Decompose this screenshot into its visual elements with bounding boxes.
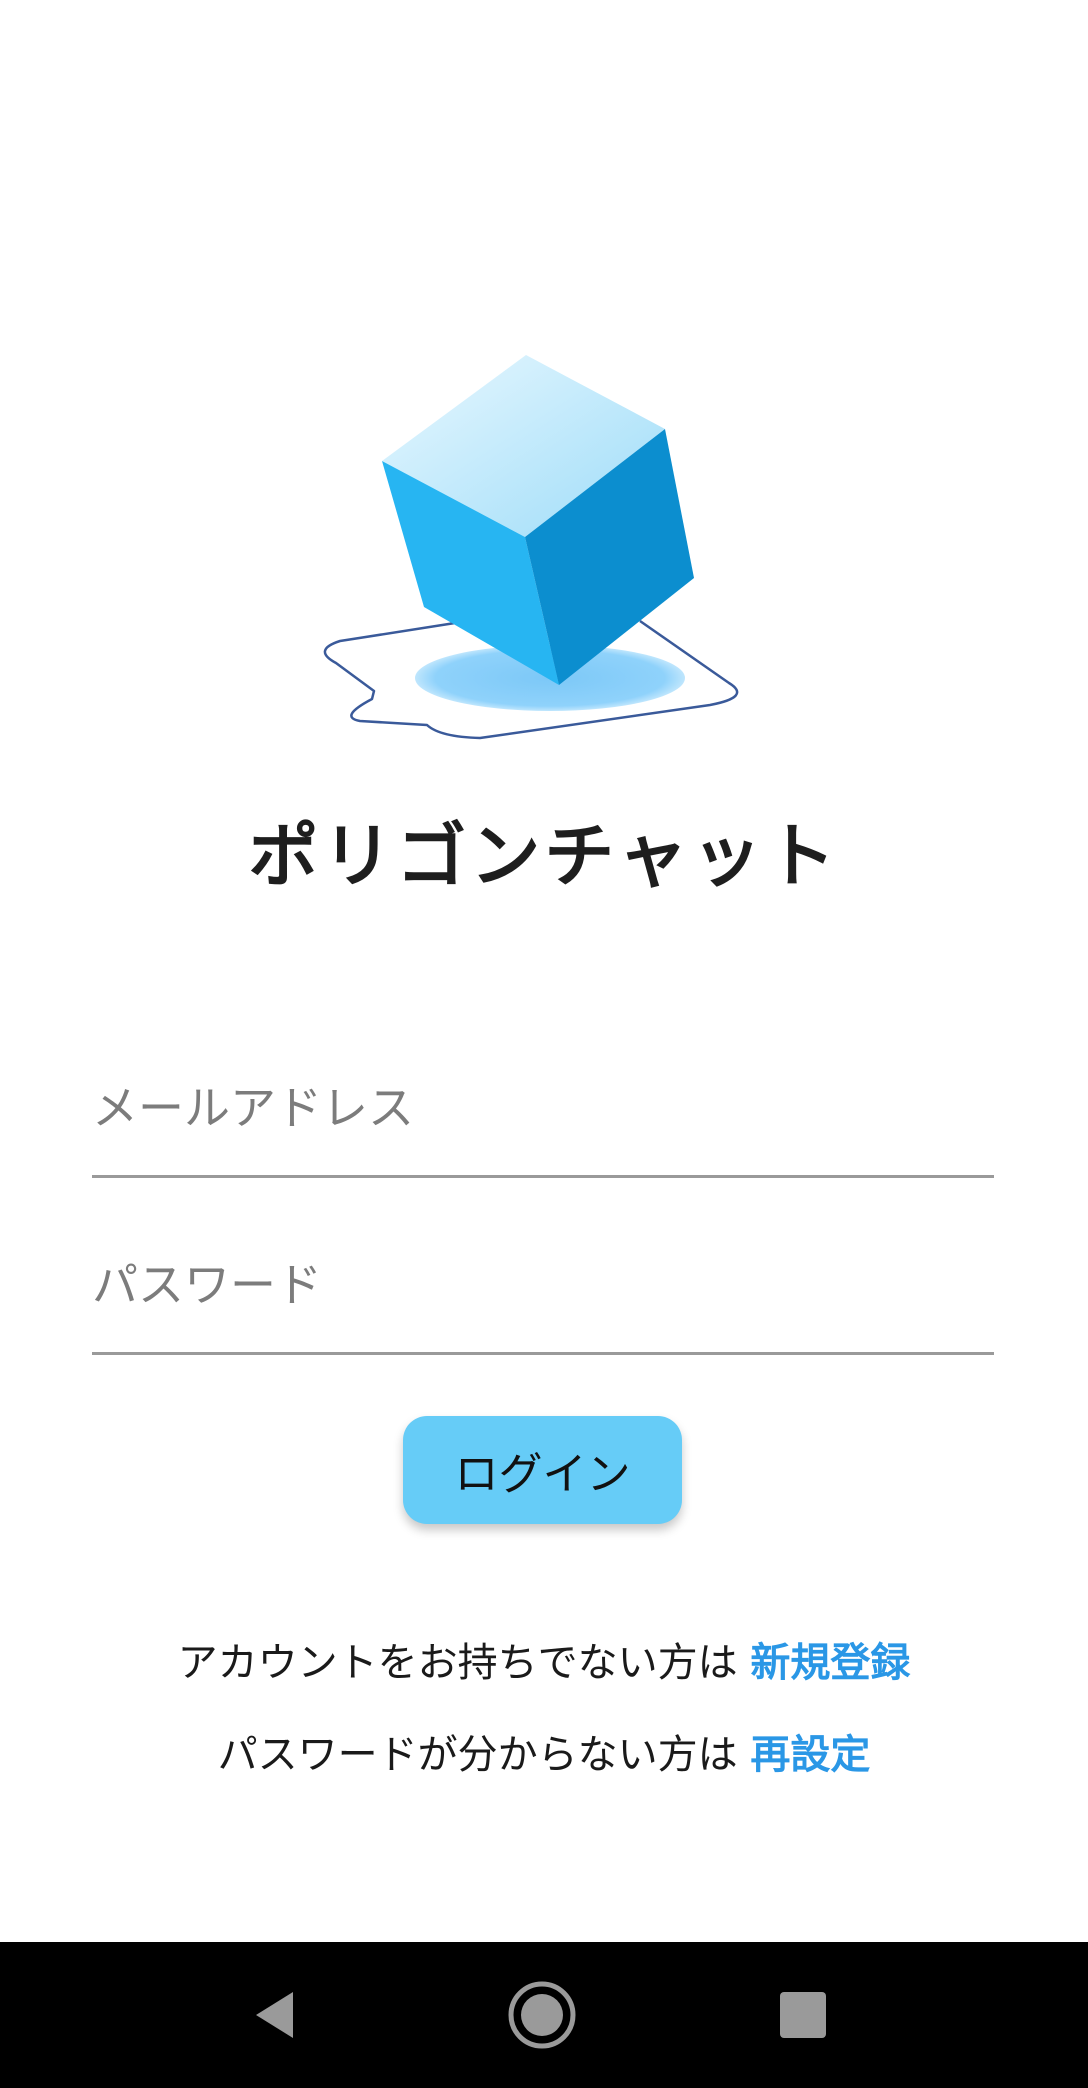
recents-square-icon: [780, 1992, 826, 2038]
nav-recents-button[interactable]: [743, 1942, 863, 2088]
app-logo: [320, 345, 760, 745]
password-field-container: [92, 1232, 994, 1355]
app-title: ポリゴンチャット: [248, 815, 840, 897]
nav-home-button[interactable]: [482, 1942, 602, 2088]
login-button[interactable]: ログイン: [403, 1416, 682, 1524]
email-field[interactable]: [92, 1081, 994, 1135]
nav-back-button[interactable]: [218, 1942, 338, 2088]
home-circle-icon: [508, 1981, 576, 2049]
system-navigation-bar: [0, 1942, 1088, 2088]
email-field-container: [92, 1055, 994, 1178]
password-field[interactable]: [92, 1258, 994, 1312]
cube-on-speech-bubble-icon: [323, 355, 739, 740]
reset-password-link[interactable]: 再設定: [750, 1732, 870, 1778]
signup-prompt-line: アカウントをお持ちでない方は 新規登録: [0, 1630, 1088, 1688]
reset-prompt-text: パスワードが分からない方は: [217, 1732, 738, 1778]
signup-prompt-text: アカウントをお持ちでない方は: [177, 1640, 738, 1686]
login-screen: ポリゴンチャット ログイン アカウントをお持ちでない方は 新規登録 パスワードが…: [0, 0, 1088, 2088]
back-triangle-icon: [256, 1992, 293, 2038]
reset-prompt-line: パスワードが分からない方は 再設定: [0, 1722, 1088, 1780]
signup-link[interactable]: 新規登録: [750, 1640, 910, 1686]
